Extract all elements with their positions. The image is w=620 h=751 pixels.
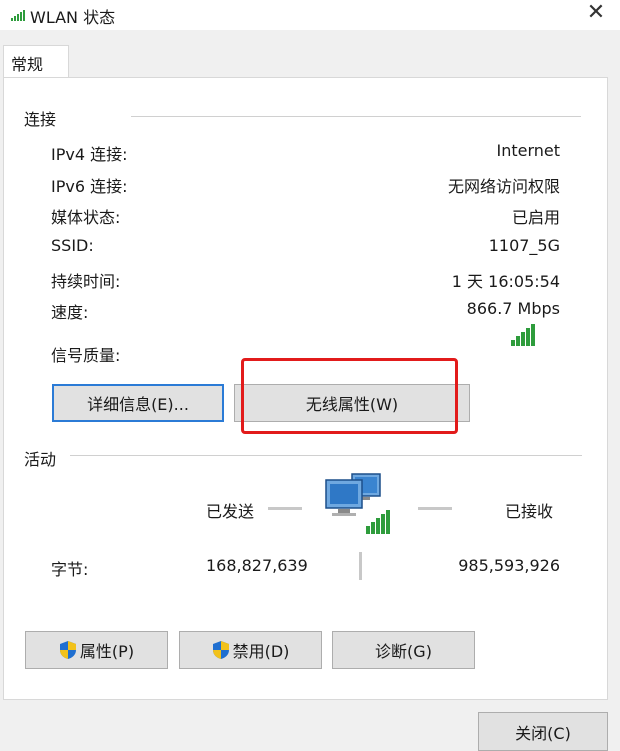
connection-divider: [131, 116, 581, 117]
wireless-properties-label: 无线属性(W): [305, 395, 399, 414]
sent-label: 已发送: [206, 502, 255, 521]
admin-shield-icon: [212, 641, 229, 659]
ipv4-value: Internet: [496, 141, 560, 160]
close-button-label: 关闭(C): [515, 723, 571, 743]
media-state-label: 媒体状态:: [51, 208, 121, 227]
received-label: 已接收: [505, 502, 554, 521]
wifi-signal-icon: [11, 10, 25, 21]
details-button-label: 详细信息(E)...: [87, 395, 189, 414]
ssid-label: SSID:: [51, 236, 94, 255]
media-state-value: 已启用: [511, 208, 560, 227]
diagnose-button[interactable]: 诊断(G): [332, 631, 475, 669]
properties-button[interactable]: 属性(P): [25, 631, 168, 669]
network-computers-icon: [325, 473, 390, 534]
diagnose-label: 诊断(G): [375, 642, 432, 661]
wireless-properties-button[interactable]: 无线属性(W): [234, 384, 470, 422]
connection-heading: 连接: [24, 110, 57, 129]
disable-button[interactable]: 禁用(D): [179, 631, 322, 669]
ipv4-label: IPv4 连接:: [51, 145, 128, 164]
bytes-label: 字节:: [51, 560, 89, 579]
properties-label: 属性(P): [79, 642, 135, 661]
details-button[interactable]: 详细信息(E)...: [52, 384, 224, 422]
signal-quality-label: 信号质量:: [51, 346, 121, 365]
activity-separator: [359, 552, 362, 580]
close-button[interactable]: 关闭(C): [478, 712, 608, 751]
tab-general[interactable]: 常规: [3, 45, 69, 78]
disable-label: 禁用(D): [232, 642, 290, 661]
ipv6-label: IPv6 连接:: [51, 177, 128, 196]
window-title: WLAN 状态: [30, 8, 116, 27]
ssid-value: 1107_5G: [488, 236, 560, 255]
duration-value: 1 天 16:05:54: [451, 272, 560, 291]
title-bar: WLAN 状态 ✕: [0, 0, 620, 30]
tab-general-label: 常规: [11, 55, 44, 74]
speed-value: 866.7 Mbps: [466, 299, 560, 318]
bytes-sent-value: 168,827,639: [206, 556, 308, 575]
sent-line: [268, 507, 302, 510]
received-line: [418, 507, 452, 510]
admin-shield-icon: [59, 641, 76, 659]
duration-label: 持续时间:: [51, 272, 121, 291]
activity-heading: 活动: [24, 450, 57, 469]
signal-quality-icon: [511, 324, 535, 346]
close-window-icon[interactable]: ✕: [578, 0, 614, 28]
ipv6-value: 无网络访问权限: [447, 177, 560, 196]
activity-divider: [70, 455, 582, 456]
bytes-received-value: 985,593,926: [458, 556, 560, 575]
speed-label: 速度:: [51, 303, 89, 322]
